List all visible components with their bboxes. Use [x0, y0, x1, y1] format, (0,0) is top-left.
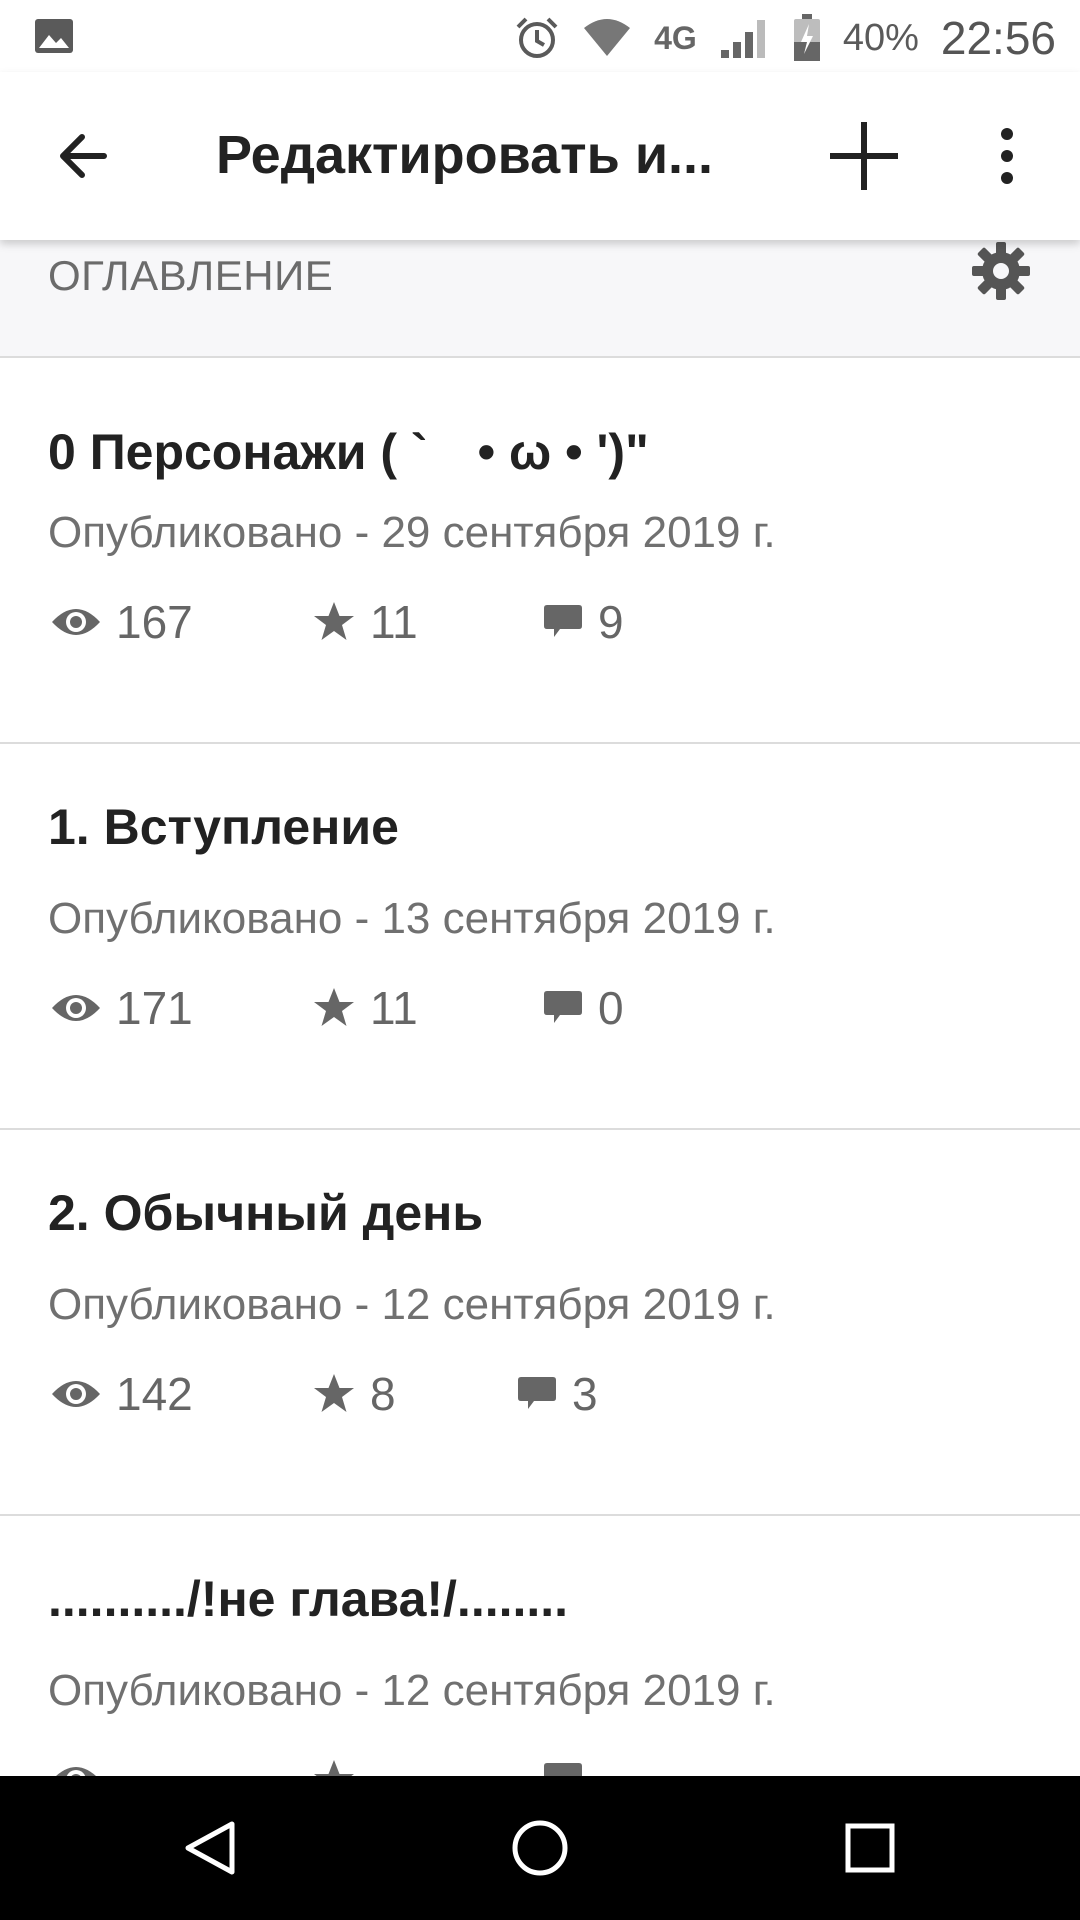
stars-count: 11 [370, 596, 418, 648]
published-date: Опубликовано - 12 сентября 2019 г. [48, 1280, 776, 1329]
chapter-stats: 167 11 9 [48, 592, 948, 652]
clock: 22:56 [940, 12, 1056, 64]
system-nav-bar [0, 1776, 1080, 1920]
nav-back-icon[interactable] [180, 1818, 240, 1878]
views-count: 171 [116, 982, 193, 1034]
comments-stat: 9 [542, 592, 624, 652]
stars-count: 11 [370, 982, 418, 1034]
views-stat: 171 [50, 978, 193, 1038]
comments-stat: 0 [542, 978, 624, 1038]
wifi-icon [582, 18, 632, 58]
views-count: 167 [116, 596, 193, 648]
chapter-stats: 142 8 3 [48, 1364, 948, 1424]
eye-icon [52, 995, 100, 1021]
published-date: Опубликовано - 12 сентября 2019 г. [48, 1666, 776, 1715]
section-label: ОГЛАВЛЕНИЕ [48, 252, 334, 299]
plus-icon[interactable] [826, 118, 902, 194]
comments-stat: 3 [516, 1364, 598, 1424]
table-of-contents-header: ОГЛАВЛЕНИЕ [0, 240, 1080, 358]
comments-count: 0 [598, 982, 624, 1034]
chapter-title: 1. Вступление [48, 799, 399, 855]
stars-stat: 11 [312, 978, 418, 1038]
battery-icon [793, 14, 821, 62]
star-icon [314, 988, 354, 1026]
views-count: 142 [116, 1368, 193, 1420]
nav-home-icon[interactable] [510, 1818, 570, 1878]
comments-count: 3 [572, 1368, 598, 1420]
stars-stat: 11 [312, 592, 418, 652]
list-item[interactable]: 1. Вступление Опубликовано - 13 сентября… [0, 744, 1080, 1130]
list-item[interactable]: 0 Персонажи ( ` • ω • ')" Опубликовано -… [0, 358, 1080, 744]
chapter-list: 0 Персонажи ( ` • ω • ')" Опубликовано -… [0, 358, 1080, 1902]
published-date: Опубликовано - 13 сентября 2019 г. [48, 894, 776, 943]
eye-icon [52, 609, 100, 635]
nav-recents-icon[interactable] [840, 1818, 900, 1878]
published-date: Опубликовано - 29 сентября 2019 г. [48, 508, 776, 557]
comment-icon [518, 1377, 556, 1409]
gear-icon[interactable] [970, 240, 1032, 302]
more-vert-icon[interactable] [990, 124, 1024, 188]
alarm-icon [514, 15, 560, 61]
back-arrow-icon[interactable] [52, 124, 116, 188]
comments-count: 9 [598, 596, 624, 648]
star-icon [314, 602, 354, 640]
stars-stat: 8 [312, 1364, 396, 1424]
network-type: 4G [654, 19, 697, 56]
stars-count: 8 [370, 1368, 396, 1420]
comment-icon [544, 605, 582, 637]
chapter-stats: 171 11 0 [48, 978, 948, 1038]
chapter-title: ........../!не глава!/........ [48, 1571, 569, 1627]
chapter-title: 0 Персонажи ( ` • ω • ')" [48, 424, 649, 480]
app-bar: Редактировать и... [0, 72, 1080, 240]
battery-percent: 40% [842, 16, 919, 59]
page-title: Редактировать и... [216, 125, 714, 185]
eye-icon [52, 1381, 100, 1407]
views-stat: 167 [50, 592, 193, 652]
comment-icon [544, 991, 582, 1023]
status-bar: 4G 40% 22:56 [0, 0, 1080, 72]
chapter-title: 2. Обычный день [48, 1185, 484, 1241]
list-item[interactable]: 2. Обычный день Опубликовано - 12 сентяб… [0, 1130, 1080, 1516]
gallery-icon [35, 19, 73, 53]
views-stat: 142 [50, 1364, 193, 1424]
signal-icon [719, 16, 771, 60]
star-icon [314, 1374, 354, 1412]
